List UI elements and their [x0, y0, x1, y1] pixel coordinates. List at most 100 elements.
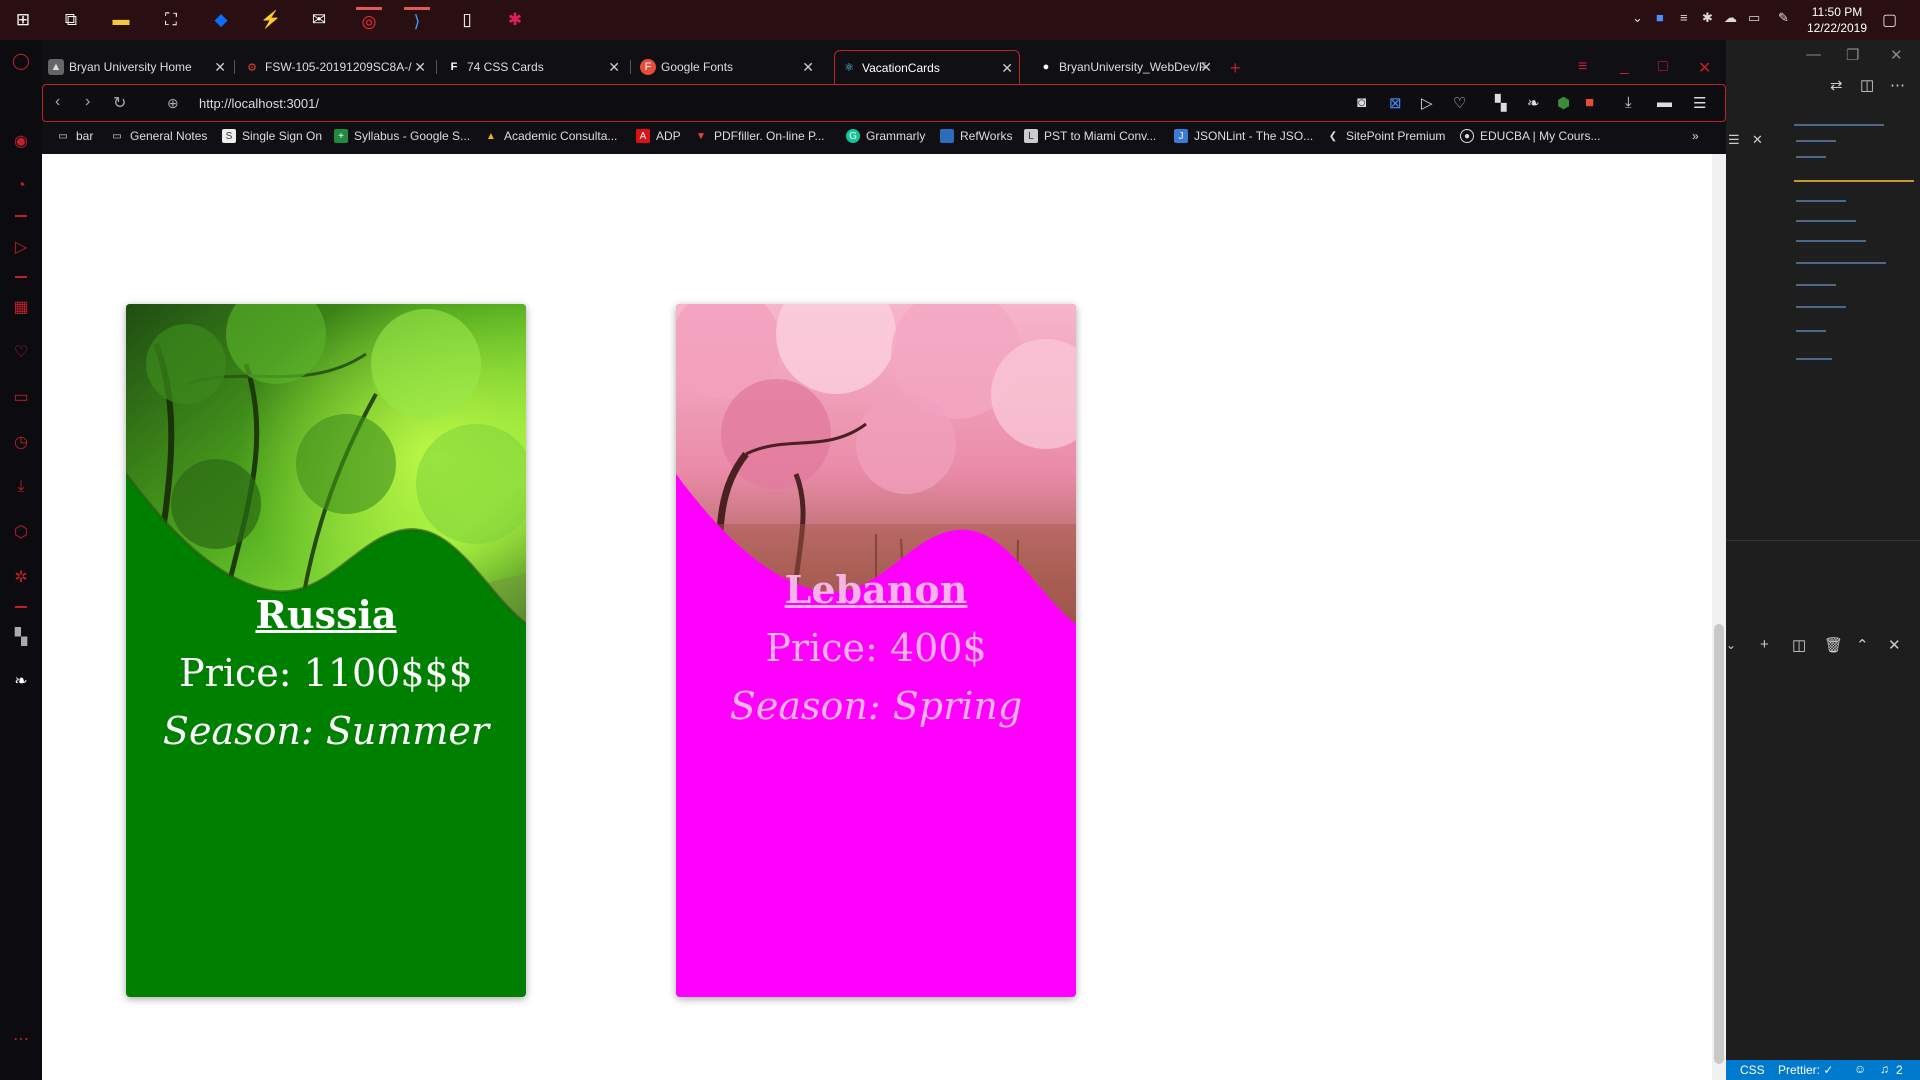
split-editor-icon[interactable]: ◫: [1860, 76, 1874, 94]
cube-icon[interactable]: ⬡: [8, 519, 34, 545]
status-prettier[interactable]: Prettier: ✓: [1778, 1063, 1833, 1077]
new-terminal-icon[interactable]: +: [1760, 636, 1769, 653]
url-field[interactable]: http://localhost:3001/: [199, 96, 319, 111]
bookmark-item[interactable]: ▭ bar: [56, 129, 93, 143]
snapshot-icon[interactable]: ◙: [1357, 94, 1366, 111]
downloads-icon[interactable]: ⤓: [8, 474, 34, 500]
feedback-smiley-icon[interactable]: ☺: [1854, 1062, 1866, 1076]
find-widget-icon[interactable]: ☰: [1728, 132, 1740, 148]
extensions-icon[interactable]: ▚: [8, 624, 34, 650]
bookmark-item[interactable]: ❮ SitePoint Premium: [1326, 129, 1446, 143]
tray-battery-icon[interactable]: ▭: [1748, 10, 1760, 26]
bookmark-item[interactable]: RefWorks: [940, 129, 1012, 143]
maximize-panel-icon[interactable]: ⌃: [1856, 636, 1869, 654]
red-extension-icon[interactable]: ■: [1585, 94, 1594, 111]
bookmark-item[interactable]: L PST to Miami Conv...: [1024, 129, 1156, 143]
tray-cloud-icon[interactable]: ☁: [1724, 10, 1737, 26]
reload-icon[interactable]: ↻: [113, 93, 126, 113]
new-tab-button[interactable]: +: [1230, 58, 1241, 79]
speedometer-icon[interactable]: ◔: [8, 173, 34, 199]
notification-bell-icon[interactable]: ♫: [1880, 1062, 1889, 1076]
maximize-button[interactable]: □: [1658, 58, 1668, 76]
bookmark-item[interactable]: ● EDUCBA | My Cours...: [1460, 129, 1600, 143]
tab-close-icon[interactable]: ✕: [1200, 59, 1212, 76]
tab-github[interactable]: ● BryanUniversity_WebDev/F ✕: [1032, 50, 1218, 84]
heart-icon[interactable]: ♡: [8, 339, 34, 365]
extension-icon[interactable]: ▚: [1495, 94, 1507, 112]
apps-grid-icon[interactable]: ▦: [8, 294, 34, 320]
bookmark-item[interactable]: G Grammarly: [846, 129, 925, 143]
dropbox-icon[interactable]: ◆: [208, 7, 234, 33]
tab-close-icon[interactable]: ✕: [1001, 60, 1013, 77]
status-language[interactable]: CSS: [1740, 1063, 1765, 1077]
settings-gear-icon[interactable]: ✲: [8, 564, 34, 590]
more-actions-icon[interactable]: ⋯: [1890, 76, 1905, 94]
cube-extension-icon[interactable]: ⬢: [1557, 94, 1570, 112]
tab-close-icon[interactable]: ✕: [414, 59, 426, 76]
bolt-icon[interactable]: ⚡: [258, 7, 284, 33]
more-dots-icon[interactable]: ⋯: [8, 1026, 34, 1052]
bookmarks-overflow-icon[interactable]: »: [1692, 129, 1699, 143]
page-scrollbar[interactable]: [1712, 154, 1726, 1080]
vscode-icon[interactable]: ⟩: [404, 7, 430, 33]
store-icon[interactable]: ⛶: [158, 7, 184, 33]
scrollbar-thumb[interactable]: [1714, 624, 1724, 1064]
opera-icon[interactable]: ◎: [356, 7, 382, 33]
tray-chevron-icon[interactable]: ⌄: [1632, 10, 1643, 26]
tray-network-icon[interactable]: ≡: [1680, 10, 1688, 25]
tab-google-fonts[interactable]: F Google Fonts ✕: [634, 50, 820, 84]
tray-app-icon[interactable]: ■: [1656, 10, 1664, 25]
close-window-button[interactable]: ✕: [1698, 58, 1711, 78]
bookmark-item[interactable]: + Syllabus - Google S...: [334, 129, 470, 143]
send-icon[interactable]: ▷: [8, 234, 34, 260]
player-icon[interactable]: ▭: [8, 384, 34, 410]
site-info-icon[interactable]: ⊕: [167, 95, 179, 112]
vpn-icon[interactable]: ⊠: [1389, 94, 1402, 112]
leaf-extension-icon[interactable]: ❧: [1527, 94, 1540, 112]
notifications-icon[interactable]: ▢: [1882, 10, 1897, 30]
tab-close-icon[interactable]: ✕: [214, 59, 226, 76]
trash-icon[interactable]: 🗑: [1824, 636, 1843, 654]
tab-close-icon[interactable]: ✕: [608, 59, 620, 76]
forward-icon[interactable]: ›: [85, 93, 90, 111]
send-tab-icon[interactable]: ▷: [1421, 94, 1433, 112]
tray-pen-icon[interactable]: ✎: [1778, 10, 1789, 26]
close-panel-icon[interactable]: ✕: [1888, 636, 1901, 654]
bookmark-item[interactable]: ▭ General Notes: [110, 129, 207, 143]
bookmark-item[interactable]: ▼ PDFfiller. On-line P...: [694, 129, 824, 143]
download-icon[interactable]: ⤓: [1625, 94, 1632, 111]
opera-logo-icon[interactable]: ◯: [8, 48, 34, 74]
history-icon[interactable]: ◷: [8, 429, 34, 455]
leaf-icon[interactable]: ❧: [8, 668, 34, 694]
tab-menu-icon[interactable]: ≡: [1578, 58, 1587, 76]
task-view-icon[interactable]: ⧉: [58, 7, 84, 33]
tab-close-icon[interactable]: ✕: [802, 59, 814, 76]
vscode-minimize-button[interactable]: —: [1806, 46, 1821, 63]
bookmark-heart-icon[interactable]: ♡: [1453, 94, 1466, 112]
windows-start-icon[interactable]: ⊞: [10, 7, 36, 33]
easy-setup-icon[interactable]: ☰: [1693, 94, 1706, 112]
file-explorer-icon[interactable]: ▬: [108, 7, 134, 33]
tab-css-cards[interactable]: F 74 CSS Cards ✕: [440, 50, 626, 84]
compare-icon[interactable]: ⇄: [1830, 76, 1843, 94]
minimize-button[interactable]: _: [1620, 58, 1629, 76]
bookmark-item[interactable]: A ADP: [636, 129, 681, 143]
vscode-restore-button[interactable]: ❐: [1846, 46, 1859, 64]
split-terminal-icon[interactable]: ◫: [1792, 636, 1806, 654]
back-icon[interactable]: ‹: [55, 93, 60, 111]
tab-vacation-cards[interactable]: ⚛ VacationCards ✕: [834, 50, 1020, 84]
mail-icon[interactable]: ✉: [306, 7, 332, 33]
tray-slack-icon[interactable]: ✱: [1702, 10, 1713, 26]
card-title[interactable]: Russia: [126, 592, 526, 637]
slack-icon[interactable]: ✱: [502, 7, 528, 33]
tab-bryan-university[interactable]: ▲ Bryan University Home ✕: [42, 50, 232, 84]
bookmark-item[interactable]: J JSONLint - The JSO...: [1174, 129, 1313, 143]
find-close-icon[interactable]: ✕: [1752, 132, 1763, 148]
panel-dropdown-icon[interactable]: ⌄: [1726, 638, 1736, 652]
battery-saver-icon[interactable]: ▬: [1657, 94, 1672, 111]
bookmark-item[interactable]: S Single Sign On: [222, 129, 322, 143]
gx-control-icon[interactable]: ◉: [8, 128, 34, 154]
vscode-close-button[interactable]: ✕: [1890, 46, 1903, 64]
bookmark-item[interactable]: ▲ Academic Consulta...: [484, 129, 617, 143]
card-title[interactable]: Lebanon: [676, 567, 1076, 612]
